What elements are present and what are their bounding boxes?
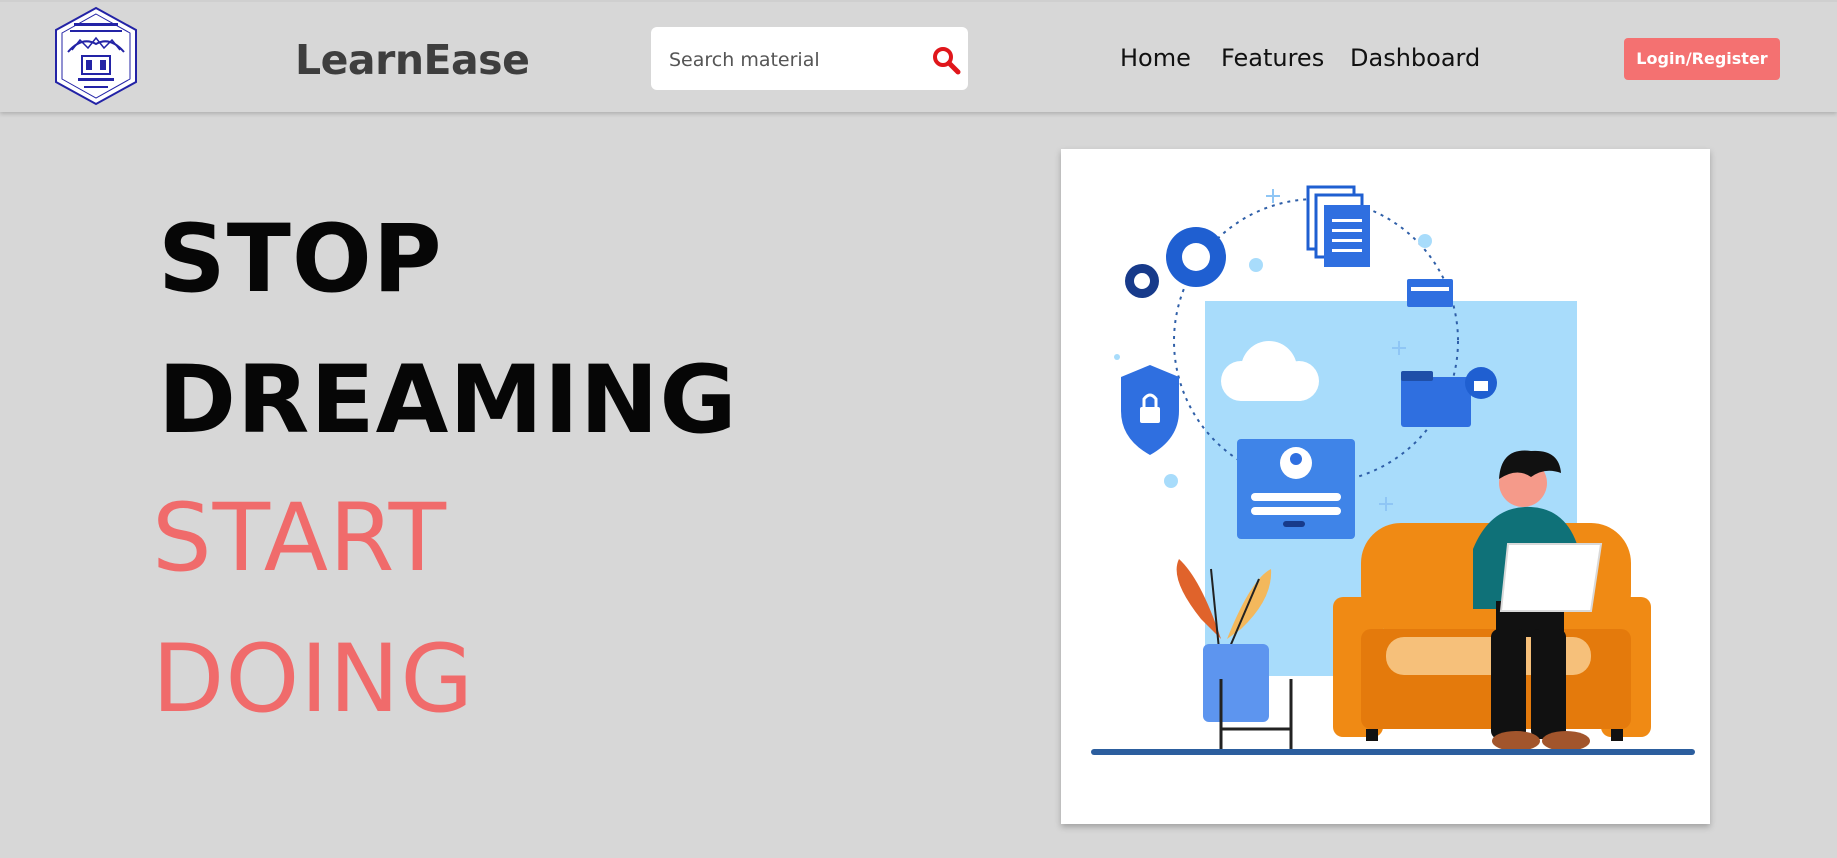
hero-line-start: START [152,484,447,593]
top-navbar: LearnEase Home Features Dashboard Login/… [0,0,1837,112]
login-register-button[interactable]: Login/Register [1624,38,1780,80]
hero-illustration [1061,149,1710,824]
college-logo-icon[interactable] [52,6,140,106]
hero-line-stop: STOP [158,205,443,314]
gear-icon [1125,227,1226,298]
nav-dashboard-link[interactable]: Dashboard [1350,44,1480,72]
hero-line-dreaming: DREAMING [158,346,738,455]
document-icon [1306,185,1370,267]
brand-title: LearnEase [295,36,530,84]
nav-features-link[interactable]: Features [1221,44,1324,72]
search-input[interactable] [667,27,921,92]
shield-icon [1121,365,1179,455]
search-icon[interactable] [931,45,961,75]
nav-home-link[interactable]: Home [1120,44,1191,72]
login-card-icon [1237,439,1355,539]
hero-line-doing: DOING [152,625,475,734]
search-bar [651,27,968,92]
